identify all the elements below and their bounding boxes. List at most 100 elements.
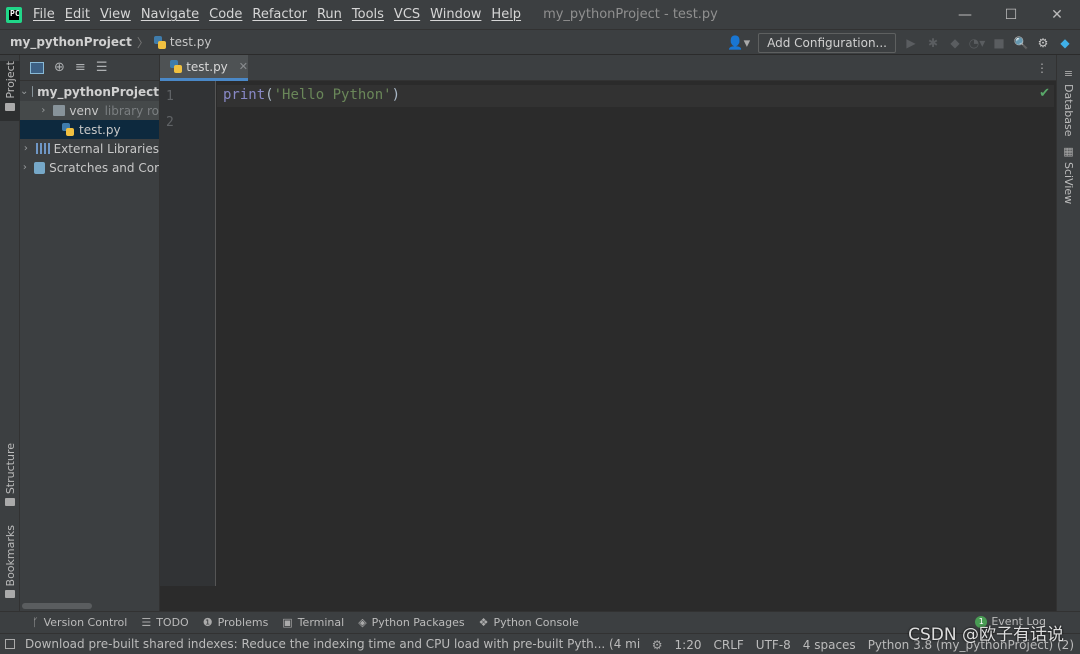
folder-icon: [5, 102, 15, 111]
branch-icon: ᚴ: [32, 616, 39, 629]
list-icon: ☰: [141, 616, 152, 629]
code-editor[interactable]: print('Hello Python') ✔: [217, 81, 1056, 586]
close-tab-icon[interactable]: ✕: [239, 60, 248, 73]
structure-tool-tab[interactable]: Structure: [0, 443, 20, 513]
tab-label: Python Console: [493, 616, 579, 629]
tree-item-label: Scratches and Cor: [49, 160, 159, 175]
terminal-tab[interactable]: ▣ Terminal: [282, 616, 344, 629]
project-horizontal-scrollbar[interactable]: [20, 601, 159, 611]
tab-label: TODO: [156, 616, 189, 629]
close-window-button[interactable]: ✕: [1034, 0, 1080, 29]
run-icon[interactable]: ▶: [904, 36, 918, 50]
code-paren: (: [265, 87, 274, 103]
menu-window[interactable]: Window: [430, 7, 481, 22]
menu-file[interactable]: File: [33, 7, 55, 22]
menu-help[interactable]: Help: [491, 7, 521, 22]
no-problems-check-icon[interactable]: ✔: [1039, 86, 1050, 101]
tree-item-external-libraries[interactable]: › External Libraries: [20, 139, 159, 158]
problems-tab[interactable]: ❶ Problems: [203, 616, 269, 629]
profile-icon[interactable]: ◔▾: [969, 36, 986, 50]
coverage-icon[interactable]: ◆: [948, 36, 962, 50]
project-panel: ⊕ ≡ ☰ ⌄ my_pythonProject › venv library …: [20, 55, 160, 611]
terminal-icon: ▣: [282, 616, 293, 629]
menu-refactor[interactable]: Refactor: [252, 7, 307, 22]
tab-label: test.py: [186, 59, 228, 74]
tree-item-label: test.py: [79, 122, 121, 137]
code-with-me-icon[interactable]: ◆: [1058, 36, 1072, 50]
tree-item-scratches[interactable]: › Scratches and Cor: [20, 158, 159, 177]
bookmarks-tool-tab[interactable]: Bookmarks: [0, 525, 20, 605]
indexing-gear-icon[interactable]: ⚙: [652, 638, 663, 652]
tab-label: Version Control: [43, 616, 128, 629]
menu-view[interactable]: View: [100, 7, 131, 22]
caret-position[interactable]: 1:20: [675, 638, 702, 652]
chevron-right-icon[interactable]: ›: [20, 143, 32, 154]
project-tab-label: Project: [3, 61, 17, 99]
tool-window-toggle-icon[interactable]: [5, 639, 15, 649]
user-dropdown-icon[interactable]: 👤▾: [727, 36, 750, 51]
breadcrumb-file-label: test.py: [169, 35, 212, 49]
menu-navigate[interactable]: Navigate: [141, 7, 199, 22]
maximize-button[interactable]: ☐: [988, 0, 1034, 29]
python-console-tab[interactable]: ❖ Python Console: [479, 616, 579, 629]
tree-item-note: library ro: [104, 103, 159, 118]
locate-file-icon[interactable]: ⊕: [54, 60, 65, 75]
tab-label: Problems: [217, 616, 269, 629]
database-tool-tab[interactable]: ≡ Database: [1062, 67, 1075, 137]
version-control-tab[interactable]: ᚴ Version Control: [32, 616, 127, 629]
right-tool-stripe: ≡ Database ▦ SciView: [1056, 55, 1080, 611]
sciview-icon: ▦: [1063, 145, 1074, 158]
menu-edit[interactable]: Edit: [65, 7, 90, 22]
menu-run[interactable]: Run: [317, 7, 342, 22]
structure-tab-label: Structure: [3, 443, 17, 495]
editor-horizontal-scroll-area: [160, 586, 1056, 611]
project-tool-tab[interactable]: Project: [0, 61, 20, 121]
title-bar: PC File Edit View Navigate Code Refactor…: [0, 0, 1080, 29]
chevron-down-icon[interactable]: ⌄: [20, 86, 28, 97]
database-icon: ≡: [1063, 67, 1074, 80]
more-options-icon[interactable]: ⋮: [1036, 61, 1048, 75]
todo-tab[interactable]: ☰ TODO: [141, 616, 188, 629]
database-tab-label: Database: [1062, 84, 1075, 137]
code-paren: ): [391, 87, 401, 103]
line-number-gutter: 1 2: [160, 81, 216, 586]
editor-tab-bar: test.py ✕ ⋮: [160, 55, 1056, 81]
add-configuration-button[interactable]: Add Configuration...: [758, 33, 896, 53]
tree-item-label: venv: [69, 103, 99, 118]
sciview-tool-tab[interactable]: ▦ SciView: [1062, 145, 1075, 204]
folder-icon: [32, 86, 34, 97]
debug-icon[interactable]: ✱: [926, 36, 940, 50]
line-separator[interactable]: CRLF: [713, 638, 743, 652]
scratches-icon: [33, 161, 46, 174]
breadcrumb-file[interactable]: test.py: [153, 35, 212, 49]
tree-item-test-py[interactable]: test.py: [20, 120, 159, 139]
csdn-watermark: CSDN @欧子有话说: [908, 625, 1064, 645]
python-packages-tab[interactable]: ◈ Python Packages: [358, 616, 464, 629]
file-encoding[interactable]: UTF-8: [756, 638, 791, 652]
settings-gear-icon[interactable]: ⚙: [1036, 36, 1050, 50]
tab-test-py[interactable]: test.py ✕: [160, 55, 248, 81]
tree-item-project-root[interactable]: ⌄ my_pythonProject: [20, 82, 159, 101]
indent-setting[interactable]: 4 spaces: [803, 638, 856, 652]
menu-code[interactable]: Code: [209, 7, 242, 22]
collapse-all-icon[interactable]: ☰: [96, 60, 108, 75]
expand-all-icon[interactable]: ≡: [75, 60, 86, 75]
navigation-bar: my_pythonProject 〉 test.py 👤▾ Add Config…: [0, 29, 1080, 55]
status-message[interactable]: Download pre-built shared indexes: Reduc…: [25, 637, 640, 651]
project-view-selector-icon[interactable]: [30, 61, 44, 74]
stop-icon[interactable]: ■: [992, 36, 1006, 50]
line-number: 1: [166, 89, 174, 104]
chevron-right-icon[interactable]: ›: [38, 105, 49, 116]
sciview-tab-label: SciView: [1062, 162, 1075, 205]
window-title: my_pythonProject - test.py: [543, 7, 718, 22]
menu-vcs[interactable]: VCS: [394, 7, 420, 22]
tree-item-venv[interactable]: › venv library ro: [20, 101, 159, 120]
tree-item-label: my_pythonProject: [37, 84, 159, 99]
search-icon[interactable]: 🔍: [1014, 36, 1029, 50]
menu-tools[interactable]: Tools: [352, 7, 384, 22]
minimize-button[interactable]: —: [942, 0, 988, 29]
library-icon: [35, 143, 50, 154]
left-tool-stripe: Project Structure Bookmarks: [0, 55, 20, 611]
breadcrumb-project[interactable]: my_pythonProject: [10, 35, 132, 49]
chevron-right-icon[interactable]: ›: [20, 162, 30, 173]
